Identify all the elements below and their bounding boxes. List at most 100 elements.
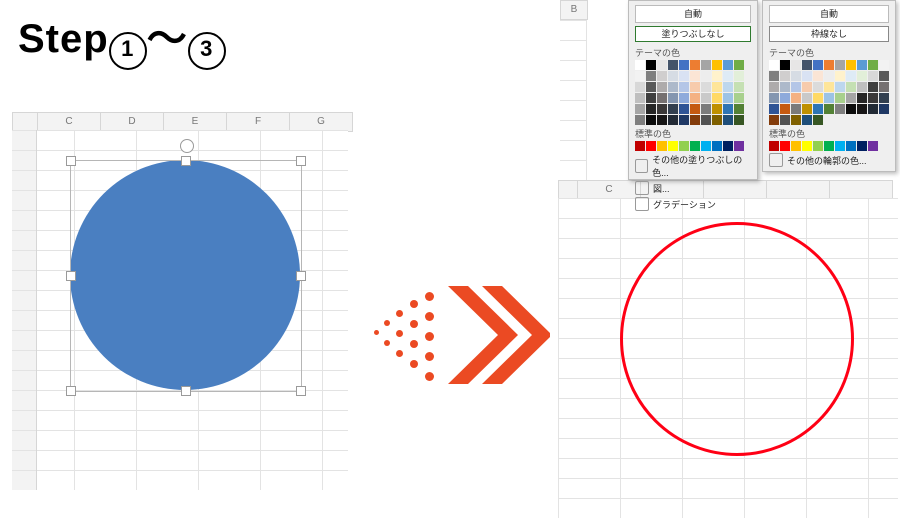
- color-swatch[interactable]: [846, 71, 856, 81]
- resize-handle[interactable]: [296, 386, 306, 396]
- color-swatch[interactable]: [657, 82, 667, 92]
- color-swatch[interactable]: [712, 115, 722, 125]
- color-swatch[interactable]: [701, 104, 711, 114]
- color-swatch[interactable]: [723, 93, 733, 103]
- color-swatch[interactable]: [824, 93, 834, 103]
- color-swatch[interactable]: [734, 104, 744, 114]
- color-swatch[interactable]: [868, 141, 878, 151]
- color-swatch[interactable]: [857, 104, 867, 114]
- color-swatch[interactable]: [846, 60, 856, 70]
- row-headers[interactable]: [12, 130, 37, 490]
- color-swatch[interactable]: [635, 115, 645, 125]
- col-header[interactable]: [12, 112, 38, 132]
- no-fill-option[interactable]: 塗りつぶしなし: [635, 26, 751, 42]
- color-swatch[interactable]: [701, 141, 711, 151]
- color-swatch[interactable]: [802, 141, 812, 151]
- color-swatch[interactable]: [734, 141, 744, 151]
- no-outline-option[interactable]: 枠線なし: [769, 26, 889, 42]
- color-swatch[interactable]: [712, 82, 722, 92]
- color-swatch[interactable]: [657, 115, 667, 125]
- color-swatch[interactable]: [668, 93, 678, 103]
- color-swatch[interactable]: [657, 104, 667, 114]
- color-swatch[interactable]: [646, 115, 656, 125]
- col-header[interactable]: C: [578, 180, 641, 200]
- color-swatch[interactable]: [712, 141, 722, 151]
- color-swatch[interactable]: [879, 93, 889, 103]
- color-swatch[interactable]: [780, 71, 790, 81]
- color-swatch[interactable]: [824, 141, 834, 151]
- color-swatch[interactable]: [791, 141, 801, 151]
- color-swatch[interactable]: [723, 82, 733, 92]
- color-swatch[interactable]: [712, 60, 722, 70]
- color-swatch[interactable]: [802, 82, 812, 92]
- color-swatch[interactable]: [824, 104, 834, 114]
- color-swatch[interactable]: [635, 104, 645, 114]
- color-swatch[interactable]: [668, 60, 678, 70]
- color-swatch[interactable]: [690, 93, 700, 103]
- color-swatch[interactable]: [813, 115, 823, 125]
- color-swatch[interactable]: [668, 141, 678, 151]
- color-swatch[interactable]: [879, 104, 889, 114]
- grid-area[interactable]: [12, 130, 348, 490]
- color-swatch[interactable]: [635, 71, 645, 81]
- color-swatch[interactable]: [690, 104, 700, 114]
- picture-fill[interactable]: 図...: [635, 181, 751, 195]
- color-swatch[interactable]: [868, 82, 878, 92]
- color-swatch[interactable]: [668, 104, 678, 114]
- color-swatch[interactable]: [701, 60, 711, 70]
- color-swatch[interactable]: [835, 93, 845, 103]
- col-header[interactable]: D: [101, 112, 164, 132]
- color-swatch[interactable]: [646, 104, 656, 114]
- color-swatch[interactable]: [780, 82, 790, 92]
- color-swatch[interactable]: [734, 93, 744, 103]
- color-swatch[interactable]: [835, 71, 845, 81]
- color-swatch[interactable]: [690, 141, 700, 151]
- rotate-handle[interactable]: [180, 139, 194, 153]
- color-swatch[interactable]: [690, 82, 700, 92]
- color-swatch[interactable]: [679, 71, 689, 81]
- color-swatch[interactable]: [857, 82, 867, 92]
- resize-handle[interactable]: [296, 156, 306, 166]
- color-swatch[interactable]: [657, 141, 667, 151]
- color-swatch[interactable]: [835, 104, 845, 114]
- color-swatch[interactable]: [780, 93, 790, 103]
- color-swatch[interactable]: [769, 93, 779, 103]
- color-swatch[interactable]: [769, 71, 779, 81]
- color-swatch[interactable]: [712, 104, 722, 114]
- selection-box[interactable]: [70, 160, 302, 392]
- color-swatch[interactable]: [780, 60, 790, 70]
- more-outline-colors[interactable]: その他の輪郭の色...: [769, 153, 889, 167]
- color-swatch[interactable]: [868, 104, 878, 114]
- color-swatch[interactable]: [734, 115, 744, 125]
- color-swatch[interactable]: [701, 82, 711, 92]
- color-swatch[interactable]: [646, 141, 656, 151]
- color-swatch[interactable]: [813, 82, 823, 92]
- color-swatch[interactable]: [668, 82, 678, 92]
- color-swatch[interactable]: [846, 82, 856, 92]
- color-swatch[interactable]: [791, 104, 801, 114]
- grid-area[interactable]: [558, 198, 898, 518]
- color-swatch[interactable]: [690, 71, 700, 81]
- color-swatch[interactable]: [868, 60, 878, 70]
- color-swatch[interactable]: [646, 82, 656, 92]
- color-swatch[interactable]: [780, 141, 790, 151]
- more-fill-colors[interactable]: その他の塗りつぶしの色...: [635, 153, 751, 179]
- resize-handle[interactable]: [66, 386, 76, 396]
- color-swatch[interactable]: [701, 71, 711, 81]
- color-swatch[interactable]: [769, 141, 779, 151]
- color-swatch[interactable]: [646, 93, 656, 103]
- shape-outline-circle[interactable]: [620, 222, 854, 456]
- col-header[interactable]: G: [290, 112, 353, 132]
- color-swatch[interactable]: [835, 60, 845, 70]
- color-swatch[interactable]: [679, 141, 689, 151]
- color-swatch[interactable]: [813, 71, 823, 81]
- resize-handle[interactable]: [66, 156, 76, 166]
- resize-handle[interactable]: [181, 156, 191, 166]
- color-swatch[interactable]: [646, 60, 656, 70]
- color-swatch[interactable]: [657, 93, 667, 103]
- color-swatch[interactable]: [646, 71, 656, 81]
- color-swatch[interactable]: [635, 141, 645, 151]
- color-swatch[interactable]: [712, 93, 722, 103]
- color-swatch[interactable]: [846, 93, 856, 103]
- color-swatch[interactable]: [635, 60, 645, 70]
